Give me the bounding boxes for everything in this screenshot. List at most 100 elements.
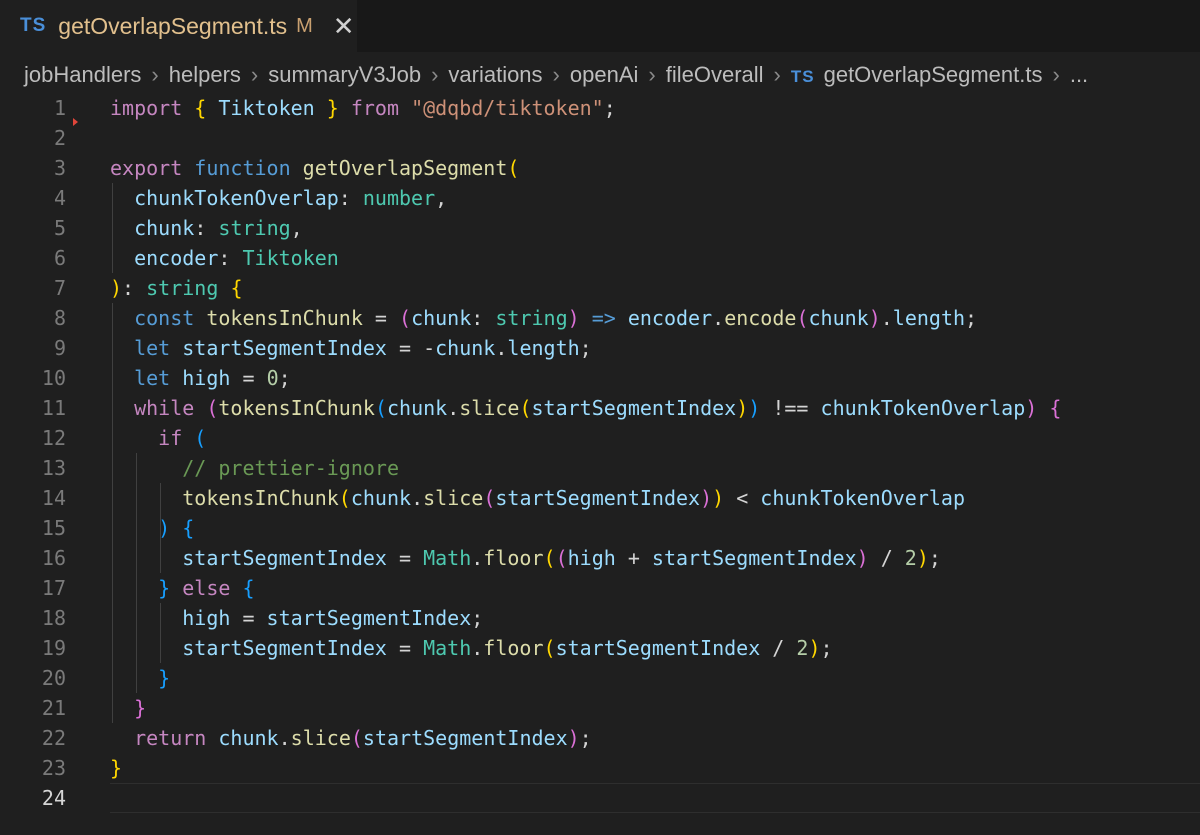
line-number: 7 bbox=[53, 276, 66, 300]
code-line[interactable]: 11 while (tokensInChunk(chunk.slice(star… bbox=[0, 393, 1200, 423]
code-line[interactable]: 14 tokensInChunk(chunk.slice(startSegmen… bbox=[0, 483, 1200, 513]
code-token: . bbox=[447, 396, 460, 420]
code-line[interactable]: 9 let startSegmentIndex = -chunk.length; bbox=[0, 333, 1200, 363]
code-token: ( bbox=[796, 306, 809, 330]
code-text[interactable]: chunk: string, bbox=[110, 213, 303, 243]
code-text[interactable]: } else { bbox=[110, 573, 254, 603]
code-token: getOverlapSegment bbox=[302, 156, 508, 180]
code-token: ( bbox=[206, 396, 219, 420]
typescript-file-icon: TS bbox=[20, 15, 47, 36]
code-line[interactable]: 18 high = startSegmentIndex; bbox=[0, 603, 1200, 633]
code-text[interactable]: import { Tiktoken } from "@dqbd/tiktoken… bbox=[110, 93, 616, 123]
line-number: 12 bbox=[41, 426, 66, 450]
code-text[interactable]: if ( bbox=[110, 423, 206, 453]
code-token: ( bbox=[338, 486, 351, 510]
code-line[interactable]: 16 startSegmentIndex = Math.floor((high … bbox=[0, 543, 1200, 573]
code-text[interactable]: return chunk.slice(startSegmentIndex); bbox=[110, 723, 592, 753]
code-token: tokensInChunk bbox=[206, 306, 363, 330]
code-text[interactable]: encoder: Tiktoken bbox=[110, 243, 339, 273]
code-text[interactable]: high = startSegmentIndex; bbox=[110, 603, 483, 633]
code-token: tokensInChunk bbox=[218, 396, 375, 420]
code-text[interactable]: tokensInChunk(chunk.slice(startSegmentIn… bbox=[110, 483, 965, 513]
code-text[interactable]: startSegmentIndex = Math.floor(startSegm… bbox=[110, 633, 832, 663]
code-line[interactable]: 24 bbox=[0, 783, 1200, 813]
tab-title[interactable]: getOverlapSegment.ts bbox=[58, 13, 287, 40]
code-text[interactable]: ): string { bbox=[110, 273, 242, 303]
breadcrumb-item-helpers[interactable]: helpers bbox=[169, 62, 241, 88]
code-line[interactable]: 8 const tokensInChunk = (chunk: string) … bbox=[0, 303, 1200, 333]
code-line[interactable]: 13 // prettier-ignore bbox=[0, 453, 1200, 483]
code-token: export bbox=[110, 156, 195, 180]
code-token: high bbox=[182, 366, 231, 390]
code-line[interactable]: 6 encoder: Tiktoken bbox=[0, 243, 1200, 273]
chevron-right-icon: › bbox=[151, 62, 159, 87]
breadcrumb-item-summaryV3Job[interactable]: summaryV3Job bbox=[268, 62, 421, 88]
code-text[interactable]: export function getOverlapSegment( bbox=[110, 153, 519, 183]
code-text[interactable]: let startSegmentIndex = -chunk.length; bbox=[110, 333, 592, 363]
code-token: ) bbox=[110, 276, 123, 300]
code-text[interactable]: } bbox=[110, 663, 170, 693]
code-line[interactable]: 7 ): string { bbox=[0, 273, 1200, 303]
code-token: ) bbox=[916, 546, 929, 570]
code-token: = - bbox=[386, 336, 436, 360]
code-token: / bbox=[760, 636, 797, 660]
code-text[interactable]: const tokensInChunk = (chunk: string) =>… bbox=[110, 303, 977, 333]
code-line[interactable]: 15 ) { bbox=[0, 513, 1200, 543]
code-token: ; bbox=[278, 366, 291, 390]
code-text[interactable]: while (tokensInChunk(chunk.slice(startSe… bbox=[110, 393, 1061, 423]
code-line[interactable]: 3 export function getOverlapSegment( bbox=[0, 153, 1200, 183]
code-token: ( bbox=[483, 486, 496, 510]
code-text[interactable]: chunkTokenOverlap: number, bbox=[110, 183, 447, 213]
code-token: floor bbox=[483, 546, 544, 570]
code-token: const bbox=[134, 306, 207, 330]
code-line[interactable]: 4 chunkTokenOverlap: number, bbox=[0, 183, 1200, 213]
code-line[interactable]: 20 } bbox=[0, 663, 1200, 693]
chevron-right-icon: › bbox=[1052, 62, 1060, 87]
code-token: } bbox=[158, 666, 171, 690]
code-line[interactable]: 5 chunk: string, bbox=[0, 213, 1200, 243]
code-token: { bbox=[230, 276, 243, 300]
line-number: 19 bbox=[41, 636, 66, 660]
breadcrumb-item-jobHandlers[interactable]: jobHandlers bbox=[24, 62, 141, 88]
code-line[interactable]: 21 } bbox=[0, 693, 1200, 723]
code-text[interactable]: } bbox=[110, 693, 146, 723]
breadcrumb-item-fileOverall[interactable]: fileOverall bbox=[666, 62, 764, 88]
code-line[interactable]: 19 startSegmentIndex = Math.floor(startS… bbox=[0, 633, 1200, 663]
editor-tab-getOverlapSegment[interactable]: TS getOverlapSegment.ts M ✕ bbox=[0, 0, 357, 52]
code-text[interactable]: } bbox=[110, 753, 122, 783]
line-number: 16 bbox=[41, 546, 66, 570]
code-line[interactable]: 23} bbox=[0, 753, 1200, 783]
code-token: ; bbox=[928, 546, 941, 570]
code-token: "@dqbd/tiktoken" bbox=[411, 96, 604, 120]
code-token: chunk bbox=[808, 306, 869, 330]
code-line[interactable]: 17 } else { bbox=[0, 573, 1200, 603]
breadcrumb-item-file[interactable]: TS getOverlapSegment.ts bbox=[791, 62, 1043, 88]
breadcrumb: jobHandlers › helpers › summaryV3Job › v… bbox=[24, 58, 1200, 92]
code-text[interactable]: // prettier-ignore bbox=[110, 453, 399, 483]
code-token: from bbox=[338, 96, 412, 120]
close-icon[interactable]: ✕ bbox=[333, 13, 355, 39]
breadcrumb-item-variations[interactable]: variations bbox=[448, 62, 542, 88]
code-token: encode bbox=[724, 306, 797, 330]
code-text[interactable]: ) { bbox=[110, 513, 194, 543]
code-token: { bbox=[182, 516, 195, 540]
code-token: = bbox=[386, 546, 424, 570]
code-line[interactable]: 1 import { Tiktoken } from "@dqbd/tiktoke… bbox=[0, 93, 1200, 123]
code-line[interactable]: 22 return chunk.slice(startSegmentIndex)… bbox=[0, 723, 1200, 753]
code-line[interactable]: 12 if ( bbox=[0, 423, 1200, 453]
code-token: } bbox=[158, 576, 171, 600]
code-token: number bbox=[362, 186, 436, 210]
code-text[interactable]: startSegmentIndex = Math.floor((high + s… bbox=[110, 543, 941, 573]
breadcrumb-symbols-ellipsis[interactable]: ... bbox=[1070, 62, 1088, 88]
line-number: 3 bbox=[53, 156, 66, 180]
code-line[interactable]: 2 bbox=[0, 123, 1200, 153]
code-text[interactable]: let high = 0; bbox=[110, 363, 291, 393]
code-editor[interactable]: 1 import { Tiktoken } from "@dqbd/tiktoke… bbox=[0, 93, 1200, 835]
breadcrumb-item-openAi[interactable]: openAi bbox=[570, 62, 639, 88]
code-token: let bbox=[134, 336, 183, 360]
code-line[interactable]: 10 let high = 0; bbox=[0, 363, 1200, 393]
